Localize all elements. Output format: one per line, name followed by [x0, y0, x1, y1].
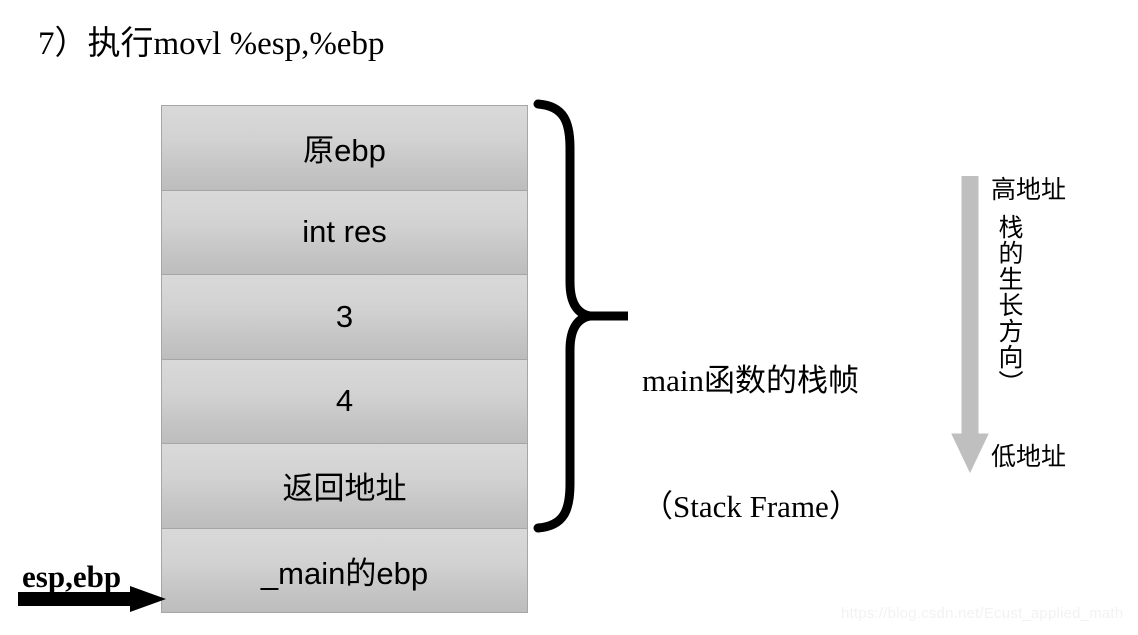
esp-ebp-label: esp,ebp	[22, 559, 122, 594]
stack-cell-label: 4	[335, 383, 354, 419]
stack-cell-int-res: int res	[161, 189, 528, 274]
stack-frame-caption-line-2: （Stack Frame）	[642, 489, 860, 524]
stack-cell-arg-3: 3	[161, 274, 528, 359]
stack-cell-original-ebp: 原ebp	[161, 105, 528, 190]
stack-cell-label: int res	[302, 214, 387, 250]
page-title: 7）执行movl %esp,%ebp	[38, 26, 385, 62]
stack-growth-arrow-icon	[951, 176, 989, 474]
stack-cell-label: 原ebp	[303, 133, 386, 169]
stack-cell-arg-4: 4	[161, 358, 528, 443]
stack-diagram: 原ebp int res 3 4 返回地址 _main的ebp	[161, 105, 528, 613]
stack-cell-main-ebp: _main的ebp	[161, 527, 528, 613]
stack-frame-caption: main函数的栈帧 （Stack Frame）	[642, 276, 860, 570]
stack-cell-return-address: 返回地址	[161, 443, 528, 528]
stack-cell-label: 3	[335, 298, 354, 334]
stack-cell-label: _main的ebp	[260, 555, 429, 591]
stack-cell-label: 返回地址	[282, 471, 407, 507]
high-address-label: 高地址	[991, 177, 1067, 204]
curly-brace-icon	[533, 99, 628, 533]
stack-growth-direction-label: 栈的生长方向）	[995, 214, 1022, 396]
watermark: https://blog.csdn.net/Ecust_applied_math	[841, 605, 1124, 622]
stack-frame-caption-line-1: main函数的栈帧	[642, 363, 859, 398]
low-address-label: 低地址	[991, 444, 1067, 471]
